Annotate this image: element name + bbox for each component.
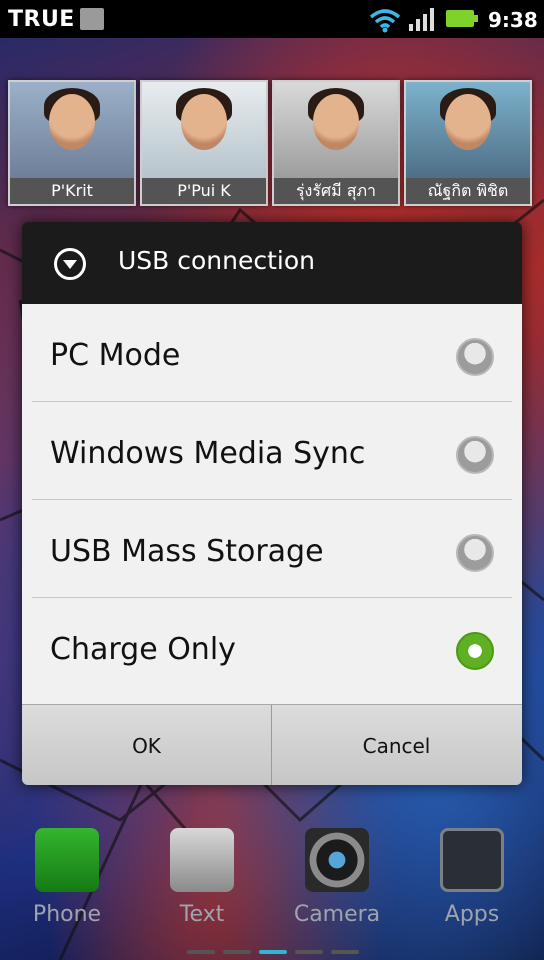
page-dot-active bbox=[259, 950, 287, 954]
contact-name: P'Krit bbox=[10, 178, 134, 204]
camera-icon bbox=[305, 828, 369, 892]
status-bar: TRUE 9:38 bbox=[0, 0, 544, 38]
contact-name: P'Pui K bbox=[142, 178, 266, 204]
dock-item-camera[interactable]: Camera bbox=[282, 828, 392, 927]
option-windows-media-sync[interactable]: Windows Media Sync bbox=[22, 402, 522, 500]
radio-button[interactable] bbox=[456, 338, 494, 376]
clock: 9:38 bbox=[488, 8, 538, 32]
cancel-button[interactable]: Cancel bbox=[272, 705, 521, 785]
dock-item-phone[interactable]: Phone bbox=[12, 828, 122, 927]
contacts-widget: P'Krit P'Pui K รุ่งรัศมี สุภา ณัฐกิต พิช… bbox=[8, 80, 536, 206]
contact-name: ณัฐกิต พิชิต bbox=[406, 178, 530, 204]
avatar bbox=[181, 94, 227, 150]
dock-label: Phone bbox=[32, 902, 102, 927]
chevron-down-icon bbox=[54, 248, 86, 280]
dialog-title: USB connection bbox=[118, 246, 316, 275]
signal-icon bbox=[409, 8, 434, 31]
contact-name: รุ่งรัศมี สุภา bbox=[274, 178, 398, 204]
contact-card[interactable]: P'Pui K bbox=[140, 80, 268, 206]
contact-photo bbox=[10, 82, 134, 178]
dock: Phone Text Camera Apps bbox=[0, 820, 544, 960]
page-dot bbox=[187, 950, 215, 954]
avatar bbox=[49, 94, 95, 150]
dock-item-apps[interactable]: Apps bbox=[417, 828, 527, 927]
wifi-icon bbox=[369, 9, 401, 33]
option-usb-mass-storage[interactable]: USB Mass Storage bbox=[22, 500, 522, 598]
phone-icon bbox=[35, 828, 99, 892]
dock-label: Camera bbox=[293, 902, 381, 927]
contact-photo bbox=[142, 82, 266, 178]
apps-grid-icon bbox=[440, 828, 504, 892]
usb-options-list: PC Mode Windows Media Sync USB Mass Stor… bbox=[22, 304, 522, 704]
radio-button-selected[interactable] bbox=[456, 632, 494, 670]
ok-button[interactable]: OK bbox=[22, 705, 272, 785]
dialog-header: USB connection bbox=[22, 222, 522, 304]
radio-button[interactable] bbox=[456, 436, 494, 474]
usb-connection-dialog: USB connection PC Mode Windows Media Syn… bbox=[22, 222, 522, 785]
envelope-icon bbox=[170, 828, 234, 892]
option-label: USB Mass Storage bbox=[50, 534, 324, 569]
usb-icon bbox=[80, 8, 104, 30]
dialog-buttons: OK Cancel bbox=[22, 704, 522, 785]
dock-label: Text bbox=[179, 902, 225, 927]
avatar bbox=[445, 94, 491, 150]
option-pc-mode[interactable]: PC Mode bbox=[22, 304, 522, 402]
dock-item-text[interactable]: Text bbox=[147, 828, 257, 927]
contact-photo bbox=[274, 82, 398, 178]
page-dot bbox=[295, 950, 323, 954]
page-dot bbox=[223, 950, 251, 954]
option-label: PC Mode bbox=[50, 338, 181, 373]
contact-card[interactable]: ณัฐกิต พิชิต bbox=[404, 80, 532, 206]
page-indicator bbox=[187, 950, 359, 954]
contact-card[interactable]: รุ่งรัศมี สุภา bbox=[272, 80, 400, 206]
carrier-name: TRUE bbox=[8, 7, 75, 32]
contact-photo bbox=[406, 82, 530, 178]
radio-button[interactable] bbox=[456, 534, 494, 572]
dock-label: Apps bbox=[444, 902, 500, 927]
contact-card[interactable]: P'Krit bbox=[8, 80, 136, 206]
option-label: Charge Only bbox=[50, 632, 236, 667]
option-label: Windows Media Sync bbox=[50, 436, 366, 471]
option-charge-only[interactable]: Charge Only bbox=[22, 598, 522, 696]
page-dot bbox=[331, 950, 359, 954]
avatar bbox=[313, 94, 359, 150]
battery-icon bbox=[446, 10, 478, 27]
